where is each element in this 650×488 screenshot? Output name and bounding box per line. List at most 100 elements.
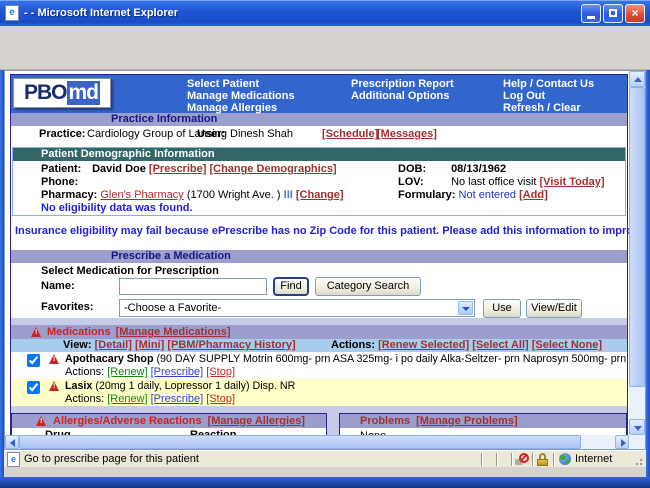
scroll-up-button[interactable] bbox=[629, 71, 645, 87]
scroll-down-button[interactable] bbox=[629, 419, 645, 435]
phone-line: Phone: bbox=[41, 176, 89, 188]
manage-allergies-link[interactable]: [Manage Allergies] bbox=[208, 415, 305, 427]
patient-demographics-section: Patient Demographic Information Patient:… bbox=[12, 147, 626, 216]
privacy-segment[interactable] bbox=[511, 453, 532, 466]
use-button[interactable]: Use bbox=[483, 299, 521, 318]
minimize-button[interactable] bbox=[581, 4, 601, 23]
close-button[interactable]: × bbox=[625, 4, 645, 23]
lov-line: LOV: No last office visit [Visit Today] bbox=[398, 176, 605, 188]
select-medication-subtitle: Select Medication for Prescription bbox=[41, 265, 219, 277]
medication-checkbox[interactable] bbox=[27, 381, 40, 394]
pbm-pharmacy-history-link[interactable]: [PBM/Pharmacy History] bbox=[167, 339, 295, 351]
window-frame-right bbox=[646, 70, 650, 488]
bottom-panels: Allergies/Adverse Reactions [Manage Alle… bbox=[11, 413, 627, 435]
scroll-left-button[interactable] bbox=[5, 435, 19, 449]
pharmacy-link[interactable]: Glen's Pharmacy bbox=[100, 189, 183, 201]
vertical-scrollbar[interactable] bbox=[629, 71, 645, 435]
resize-grip[interactable] bbox=[633, 453, 643, 466]
view-mini-link[interactable]: [Mini] bbox=[135, 339, 164, 351]
nav-log-out[interactable]: Log Out bbox=[503, 90, 594, 102]
nav-column-3: Help / Contact Us Log Out Refresh / Clea… bbox=[503, 78, 594, 114]
window-title: - - Microsoft Internet Explorer bbox=[24, 7, 579, 19]
view-label: View: bbox=[63, 339, 92, 351]
warning-icon bbox=[49, 354, 60, 364]
row-actions-label: Actions: bbox=[65, 366, 104, 378]
no-entry-icon bbox=[519, 453, 529, 463]
nav-manage-medications[interactable]: Manage Medications bbox=[187, 90, 295, 102]
status-text-segment: Go to prescribe page for this patient bbox=[7, 452, 481, 467]
nav-manage-allergies[interactable]: Manage Allergies bbox=[187, 102, 295, 114]
select-all-link[interactable]: [Select All] bbox=[472, 339, 528, 351]
nav-additional-options[interactable]: Additional Options bbox=[351, 90, 454, 102]
category-search-button[interactable]: Category Search bbox=[315, 277, 421, 296]
favorites-label: Favorites: bbox=[41, 301, 94, 313]
view-detail-link[interactable]: [Detail] bbox=[95, 339, 132, 351]
favorites-selected-value: -Choose a Favorite- bbox=[124, 302, 221, 314]
patient-line: Patient: David Doe [Prescribe] [Change D… bbox=[41, 163, 337, 175]
pharmacy-change-link[interactable]: [Change] bbox=[296, 189, 344, 201]
manage-problems-link[interactable]: [Manage Problems] bbox=[416, 415, 517, 427]
prescribe-link[interactable]: [Prescribe] bbox=[151, 366, 204, 378]
problems-value: None. bbox=[340, 428, 626, 435]
arrow-left-icon bbox=[10, 439, 15, 447]
schedule-link[interactable]: [Schedule] bbox=[322, 128, 378, 140]
visit-today-link[interactable]: [Visit Today] bbox=[540, 176, 605, 188]
actions-label: Actions: bbox=[331, 339, 375, 351]
nav-prescription-report[interactable]: Prescription Report bbox=[351, 78, 454, 90]
status-text: Go to prescribe page for this patient bbox=[24, 453, 199, 465]
change-demographics-link[interactable]: [Change Demographics] bbox=[209, 163, 336, 175]
patient-demographics-bar: Patient Demographic Information bbox=[13, 148, 625, 161]
view-edit-button[interactable]: View/Edit bbox=[526, 299, 582, 318]
formulary-line: Formulary: Not entered [Add] bbox=[398, 189, 548, 201]
allergies-bar: Allergies/Adverse Reactions [Manage Alle… bbox=[12, 414, 326, 428]
lov-value: No last office visit bbox=[451, 176, 536, 188]
renew-link[interactable]: [Renew] bbox=[107, 366, 147, 378]
internet-zone-icon bbox=[559, 453, 571, 465]
messages-link[interactable]: [Messages] bbox=[377, 128, 437, 140]
prescribe-medication-bar: Prescribe a Medication bbox=[11, 250, 627, 263]
pbomd-logo[interactable]: PBOmd bbox=[13, 78, 111, 108]
insurance-eligibility-warning: Insurance eligibility may fail because e… bbox=[11, 216, 627, 250]
nav-refresh-clear[interactable]: Refresh / Clear bbox=[503, 102, 594, 114]
security-segment[interactable] bbox=[532, 453, 553, 466]
medication-detail: (20mg 1 daily, Lopressor 1 daily) Disp. … bbox=[95, 380, 295, 392]
medications-view-row: View: [Detail] [Mini] [PBM/Pharmacy Hist… bbox=[11, 339, 627, 352]
prescribe-link[interactable]: [Prescribe] bbox=[149, 163, 206, 175]
medication-checkbox[interactable] bbox=[27, 354, 40, 367]
medications-title: Medications bbox=[47, 326, 111, 338]
favorites-select[interactable]: -Choose a Favorite- bbox=[119, 299, 475, 317]
status-segment bbox=[496, 453, 511, 466]
nav-help-contact[interactable]: Help / Contact Us bbox=[503, 78, 594, 90]
horizontal-scrollbar-thumb[interactable] bbox=[19, 435, 581, 449]
toolbar-area bbox=[0, 26, 650, 70]
warning-icon bbox=[36, 416, 47, 426]
scrollbar-corner bbox=[629, 435, 645, 449]
prescribe-link[interactable]: [Prescribe] bbox=[151, 393, 204, 405]
manage-medications-link[interactable]: [Manage Medications] bbox=[116, 326, 231, 338]
view-links: View: [Detail] [Mini] [PBM/Pharmacy Hist… bbox=[63, 339, 296, 352]
renew-selected-link[interactable]: [Renew Selected] bbox=[378, 339, 469, 351]
stop-link[interactable]: [Stop] bbox=[206, 366, 235, 378]
medication-actions: Actions: [Renew] [Prescribe] [Stop] bbox=[65, 366, 235, 378]
minimize-icon bbox=[587, 16, 595, 19]
renew-link[interactable]: [Renew] bbox=[107, 393, 147, 405]
select-none-link[interactable]: [Select None] bbox=[532, 339, 602, 351]
medication-name-input[interactable] bbox=[119, 278, 267, 295]
stop-link[interactable]: [Stop] bbox=[206, 393, 235, 405]
privacy-blocked-icon bbox=[515, 453, 529, 466]
problems-panel: Problems [Manage Problems] None. bbox=[339, 413, 627, 435]
action-links: Actions: [Renew Selected] [Select All] [… bbox=[331, 339, 602, 352]
pharmacy-line: Pharmacy: Glen's Pharmacy (1700 Wright A… bbox=[41, 189, 344, 201]
find-button[interactable]: Find bbox=[273, 277, 309, 296]
browser-client-area: PBOmd Select Patient Manage Medications … bbox=[4, 70, 646, 450]
name-label: Name: bbox=[41, 280, 75, 292]
page-icon bbox=[7, 452, 20, 467]
vertical-scrollbar-thumb[interactable] bbox=[629, 87, 645, 387]
scroll-right-button[interactable] bbox=[615, 435, 629, 449]
dropdown-arrow-icon[interactable] bbox=[458, 301, 473, 315]
user-label: User: bbox=[197, 128, 225, 140]
nav-select-patient[interactable]: Select Patient bbox=[187, 78, 295, 90]
formulary-add-link[interactable]: [Add] bbox=[519, 189, 548, 201]
horizontal-scrollbar[interactable] bbox=[5, 435, 629, 449]
maximize-button[interactable] bbox=[603, 4, 623, 23]
